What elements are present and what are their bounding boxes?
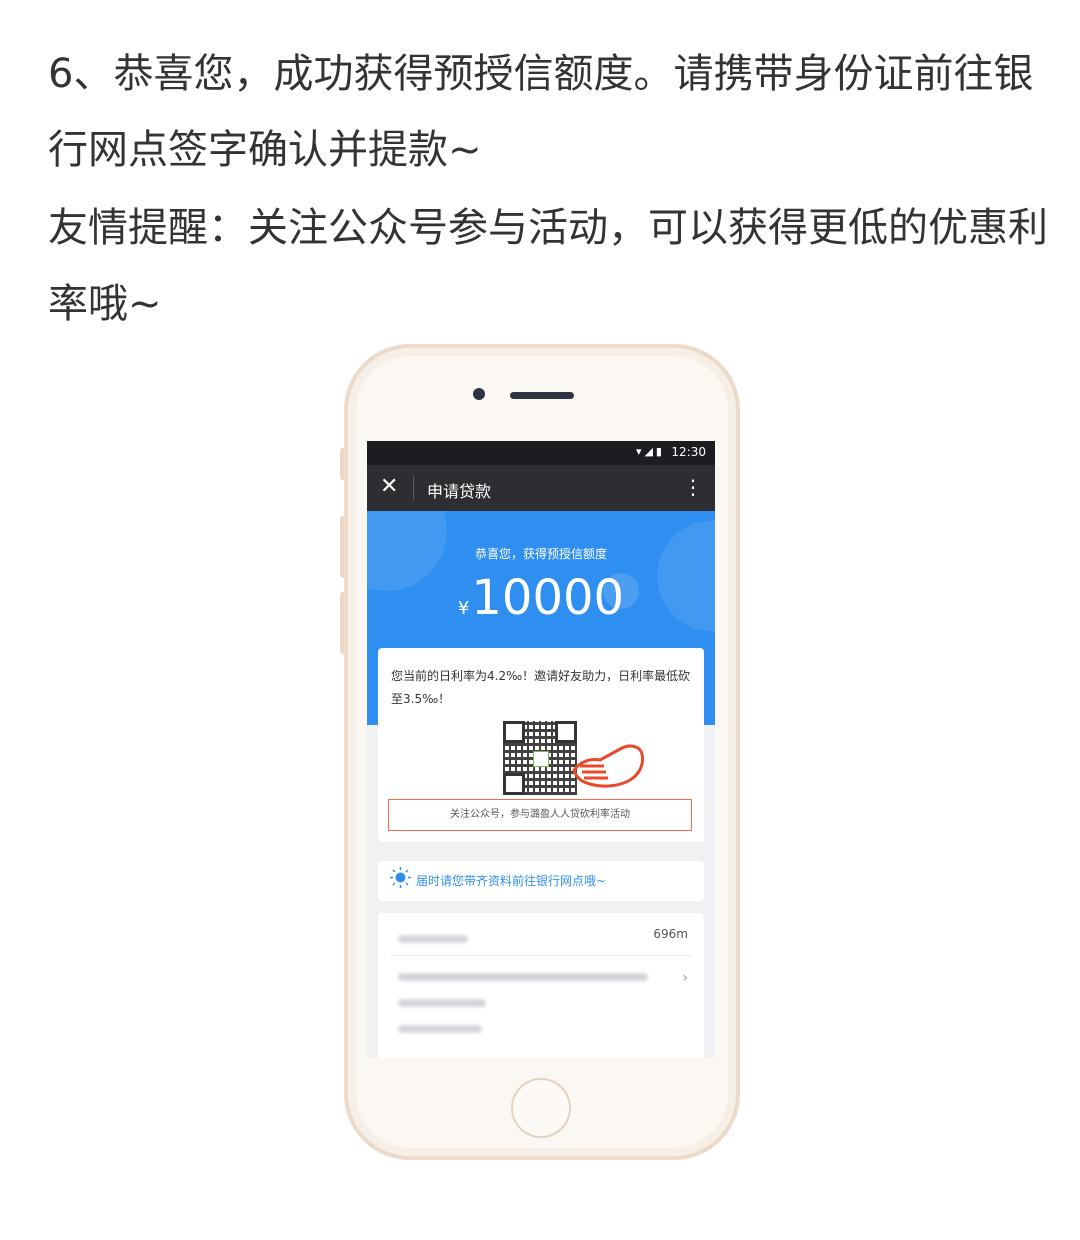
qr-finder-pattern (503, 773, 525, 795)
friendly-tip: 友情提醒：关注公众号参与活动，可以获得更低的优惠利率哦~ (48, 205, 1048, 327)
interest-rate-card: 您当前的日利率为4.2‰！邀请好友助力，日利率最低砍至3.5‰！ 关注公众号，参… (378, 648, 704, 842)
page-title: 申请贷款 (427, 482, 492, 501)
follow-official-account-button[interactable]: 关注公众号，参与潞盈人人贷砍利率活动 (388, 799, 692, 831)
branch-hours-blurred (398, 1025, 482, 1033)
branch-distance: 696m (653, 927, 688, 941)
close-icon[interactable]: ✕ (380, 474, 398, 500)
card-divider (390, 955, 692, 956)
status-time: 12:30 (671, 445, 706, 459)
branch-phone-blurred (398, 999, 486, 1007)
more-options-icon[interactable]: ⋮ (683, 474, 703, 500)
instruction-text-block: 6、恭喜您，成功获得预授信额度。请携带身份证前往银行网点签字确认并提款~ 友情提… (48, 36, 1048, 342)
pointing-hand-icon (572, 744, 644, 788)
qr-logo (533, 751, 549, 767)
credit-amount-value: 10000 (471, 570, 625, 626)
interest-rate-text: 您当前的日利率为4.2‰！邀请好友助力，日利率最低砍至3.5‰！ (391, 669, 691, 706)
branch-name-blurred (398, 935, 468, 943)
signal-wifi-battery-icons: ▾◢▮ (635, 445, 665, 458)
status-bar: ▾◢▮ 12:30 (367, 441, 715, 465)
branch-address-blurred (398, 973, 648, 981)
step-instruction: 6、恭喜您，成功获得预授信额度。请携带身份证前往银行网点签字确认并提款~ (48, 51, 1034, 173)
reminder-card: 届时请您带齐资料前往银行网点哦~ (378, 861, 704, 901)
credit-amount: ¥10000 (367, 569, 715, 638)
chevron-right-icon[interactable]: › (682, 970, 688, 986)
banner-subtitle: 恭喜您，获得预授信额度 (474, 547, 607, 561)
phone-front-camera (473, 388, 485, 400)
qr-code-icon (503, 721, 577, 795)
phone-screen: ▾◢▮ 12:30 ✕ 申请贷款 ⋮ 恭喜您，获得预授信额度 ¥10000 您当… (367, 441, 715, 1058)
phone-speaker (510, 392, 574, 399)
currency-symbol: ¥ (457, 598, 470, 619)
app-title-bar: ✕ 申请贷款 ⋮ (367, 465, 715, 511)
reminder-text: 届时请您带齐资料前往银行网点哦~ (416, 874, 607, 888)
bank-branch-card[interactable]: 696m › (378, 913, 704, 1058)
lightbulb-icon (390, 867, 411, 888)
title-separator (413, 476, 414, 500)
phone-home-button[interactable] (511, 1078, 571, 1138)
qr-finder-pattern (503, 721, 525, 743)
